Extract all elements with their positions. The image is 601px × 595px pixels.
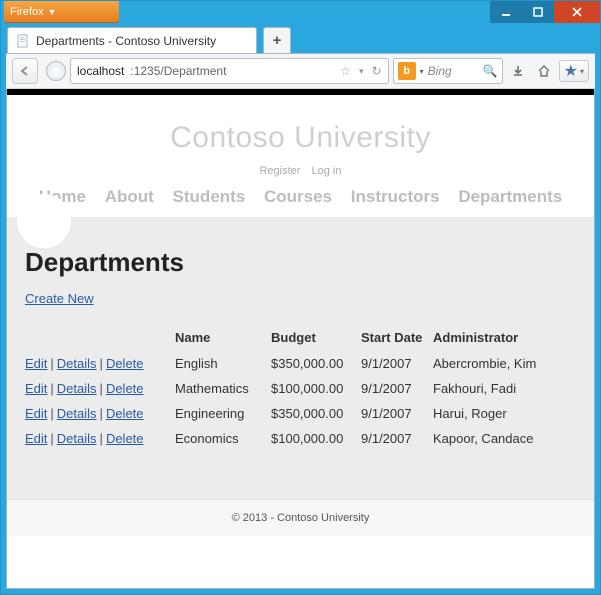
- edit-link[interactable]: Edit: [25, 356, 47, 371]
- details-link[interactable]: Details: [57, 356, 97, 371]
- page-footer: © 2013 - Contoso University: [7, 499, 594, 536]
- cell-startdate: 9/1/2007: [361, 426, 433, 451]
- nav-menu: Home About Students Courses Instructors …: [7, 187, 594, 207]
- col-actions: [25, 326, 175, 351]
- cell-budget: $350,000.00: [271, 351, 361, 376]
- departments-table: Name Budget Start Date Administrator Edi…: [25, 326, 546, 451]
- cell-name: Engineering: [175, 401, 271, 426]
- url-host: localhost: [77, 64, 124, 78]
- bookmarks-menu-button[interactable]: ★▾: [559, 60, 589, 82]
- page-icon: [16, 34, 30, 48]
- table-row: Edit|Details|DeleteEconomics$100,000.009…: [25, 426, 546, 451]
- col-admin: Administrator: [433, 326, 546, 351]
- back-button[interactable]: [12, 58, 38, 84]
- table-row: Edit|Details|DeleteMathematics$100,000.0…: [25, 376, 546, 401]
- details-link[interactable]: Details: [57, 406, 97, 421]
- col-startdate: Start Date: [361, 326, 433, 351]
- create-new-link[interactable]: Create New: [25, 291, 94, 306]
- tab-strip: Departments - Contoso University +: [1, 23, 600, 53]
- cell-budget: $350,000.00: [271, 401, 361, 426]
- row-actions: Edit|Details|Delete: [25, 401, 175, 426]
- cell-name: Mathematics: [175, 376, 271, 401]
- chevron-down-icon: ▼: [48, 7, 57, 17]
- cell-budget: $100,000.00: [271, 376, 361, 401]
- cell-admin: Fakhouri, Fadi: [433, 376, 546, 401]
- reload-icon[interactable]: ↻: [372, 64, 382, 78]
- content-area: Departments Create New Name Budget Start…: [7, 239, 594, 499]
- cell-startdate: 9/1/2007: [361, 401, 433, 426]
- urlbar-right: ☆ ▾ ↻: [340, 64, 381, 78]
- bookmark-star-icon[interactable]: ☆: [340, 64, 351, 78]
- nav-departments[interactable]: Departments: [458, 187, 562, 206]
- page: Contoso University Register Log in Home …: [7, 95, 594, 536]
- bing-icon: b: [398, 62, 416, 80]
- toolbar: localhost :1235/Department ☆ ▾ ↻ b ▾ Bing…: [6, 53, 595, 89]
- url-path: :1235/Department: [130, 64, 226, 78]
- auth-links: Register Log in: [7, 165, 594, 177]
- edit-link[interactable]: Edit: [25, 406, 47, 421]
- table-row: Edit|Details|DeleteEngineering$350,000.0…: [25, 401, 546, 426]
- delete-link[interactable]: Delete: [106, 356, 144, 371]
- nav-instructors[interactable]: Instructors: [351, 187, 440, 206]
- firefox-window: Firefox ▼ Departments - Contoso Universi…: [0, 0, 601, 595]
- login-link[interactable]: Log in: [312, 165, 342, 177]
- chevron-down-icon: ▾: [580, 67, 584, 76]
- row-actions: Edit|Details|Delete: [25, 426, 175, 451]
- tab-title: Departments - Contoso University: [36, 34, 216, 48]
- maximize-button[interactable]: [522, 1, 554, 23]
- cell-startdate: 9/1/2007: [361, 351, 433, 376]
- page-viewport: Contoso University Register Log in Home …: [6, 89, 595, 589]
- cell-admin: Kapoor, Candace: [433, 426, 546, 451]
- details-link[interactable]: Details: [57, 431, 97, 446]
- firefox-menu-button[interactable]: Firefox ▼: [4, 1, 119, 23]
- register-link[interactable]: Register: [259, 165, 300, 177]
- delete-link[interactable]: Delete: [106, 381, 144, 396]
- row-actions: Edit|Details|Delete: [25, 376, 175, 401]
- cell-name: Economics: [175, 426, 271, 451]
- site-title: Contoso University: [7, 121, 594, 155]
- col-name: Name: [175, 326, 271, 351]
- search-bar[interactable]: b ▾ Bing 🔍: [393, 58, 503, 84]
- minimize-button[interactable]: [490, 1, 522, 23]
- site-identity-icon[interactable]: [46, 61, 66, 81]
- url-bar[interactable]: localhost :1235/Department ☆ ▾ ↻: [70, 58, 389, 84]
- delete-link[interactable]: Delete: [106, 431, 144, 446]
- page-header: Contoso University Register Log in Home …: [7, 95, 594, 217]
- nav-about[interactable]: About: [105, 187, 154, 206]
- cell-admin: Harui, Roger: [433, 401, 546, 426]
- firefox-menu-label: Firefox: [10, 6, 44, 18]
- star-icon: ★: [564, 61, 578, 81]
- search-icon[interactable]: 🔍: [483, 64, 498, 78]
- row-actions: Edit|Details|Delete: [25, 351, 175, 376]
- nav-students[interactable]: Students: [173, 187, 246, 206]
- delete-link[interactable]: Delete: [106, 406, 144, 421]
- downloads-button[interactable]: [507, 60, 529, 82]
- chevron-down-icon[interactable]: ▾: [420, 67, 424, 76]
- table-header-row: Name Budget Start Date Administrator: [25, 326, 546, 351]
- col-budget: Budget: [271, 326, 361, 351]
- browser-tab[interactable]: Departments - Contoso University: [7, 27, 257, 53]
- window-controls: [490, 1, 600, 23]
- edit-link[interactable]: Edit: [25, 381, 47, 396]
- home-button[interactable]: [533, 60, 555, 82]
- cell-name: English: [175, 351, 271, 376]
- nav-courses[interactable]: Courses: [264, 187, 332, 206]
- dropdown-caret-icon[interactable]: ▾: [359, 66, 364, 77]
- new-tab-button[interactable]: +: [263, 27, 291, 53]
- page-heading: Departments: [25, 247, 576, 278]
- cell-admin: Abercrombie, Kim: [433, 351, 546, 376]
- table-row: Edit|Details|DeleteEnglish$350,000.009/1…: [25, 351, 546, 376]
- cell-startdate: 9/1/2007: [361, 376, 433, 401]
- search-placeholder: Bing: [428, 64, 452, 78]
- details-link[interactable]: Details: [57, 381, 97, 396]
- edit-link[interactable]: Edit: [25, 431, 47, 446]
- header-curve: [7, 217, 594, 239]
- close-button[interactable]: [554, 1, 600, 23]
- cell-budget: $100,000.00: [271, 426, 361, 451]
